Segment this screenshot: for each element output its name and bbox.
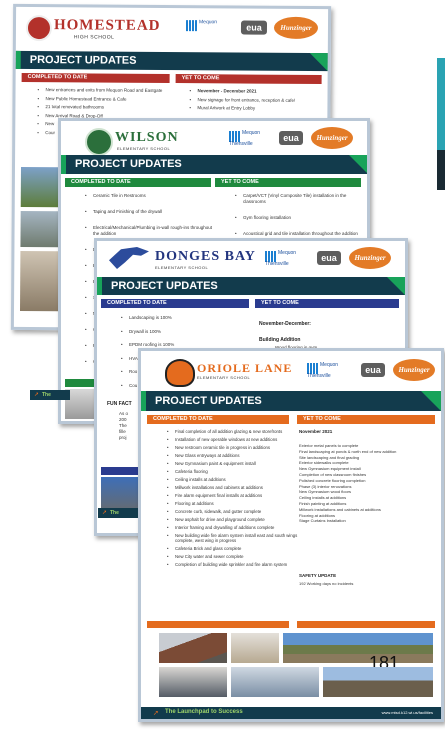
school-sub: ELEMENTARY SCHOOL (117, 146, 171, 151)
list-item: Flooring at additions (167, 501, 299, 506)
list-item: Installation of new operable windows at … (167, 437, 299, 442)
oriole-icon (165, 359, 195, 387)
list-item: New entrances and exits from Mequon Road… (46, 87, 176, 93)
school-sub: ELEMENTARY SCHOOL (155, 265, 209, 270)
list-item: Gym flooring installation (235, 215, 367, 221)
mtsd-logo: Mequon Thiensville (265, 250, 297, 267)
school-name: HOMESTEAD (53, 17, 161, 34)
list-item: New Glass entryways at additions (167, 453, 299, 458)
yet-list: November - December 2021 New signage for… (187, 88, 327, 114)
dolphin-icon (109, 247, 149, 269)
rocket-icon: ➚ (153, 710, 159, 717)
completed-list: Final completion of all addition glazing… (165, 429, 299, 570)
list-item: Final completion of all addition glazing… (167, 429, 299, 434)
orange-bar-right (297, 621, 435, 628)
list-item: Ceiling installs at additions (167, 477, 299, 482)
hallway-photo (231, 633, 279, 663)
wilson-crest-icon (85, 128, 113, 156)
list-item: Electrical/Mechanical/Plumbing in-wall r… (85, 225, 217, 237)
yet-list: Carpet/VCT (Vinyl Composite Tile) instal… (233, 193, 367, 240)
eua-logo: eua (317, 251, 341, 265)
footer-url[interactable]: www.mtsd.k12.wi.us/facilities (382, 710, 433, 715)
yet-header: YET TO COME (175, 74, 322, 85)
oriole-lane-card: ORIOLE LANE ELEMENTARY SCHOOL Mequon Thie… (138, 348, 444, 722)
rocket-icon: ➚ (34, 392, 40, 398)
yet-header: YET TO COME (297, 415, 435, 424)
banner: PROJECT UPDATES (61, 155, 367, 174)
list-item: Concrete curb, sidewalk, and gutter comp… (167, 509, 299, 514)
school-name: WILSON (115, 130, 179, 145)
list-item: Acoustical grid and tile installation th… (235, 231, 367, 237)
list-item: Mural Artwork at Entry Lobby (197, 105, 327, 111)
list-item: Fire alarm equipment final installs at a… (167, 493, 299, 498)
school-name: DONGES BAY (155, 249, 256, 264)
school-name: ORIOLE LANE (197, 361, 293, 375)
hunzinger-logo: Hunzinger (349, 247, 391, 269)
footer-remnant-1: ➚ The (30, 390, 70, 400)
list-item: New Public Homestead Entrance & Cafe (45, 96, 175, 102)
list-item: New restroom ceramic tile in progress in… (167, 445, 299, 450)
safety-heading: SAFETY UPDATE (299, 573, 337, 578)
hunzinger-logo: Hunzinger (393, 359, 435, 381)
school-sub: ELEMENTARY SCHOOL (197, 375, 251, 380)
list-item: New Gymnasium paint & equipment install (167, 461, 299, 466)
fun-facts-list: As o 200 The fille proj (119, 411, 129, 440)
construction-photo (283, 633, 433, 663)
list-item: EPDM roofing is 100% (121, 342, 253, 348)
orange-bar-left (147, 621, 289, 628)
right-heading: November-December: (259, 321, 311, 327)
list-item: Interior framing and drywalling of addit… (167, 525, 299, 530)
hunzinger-logo: Hunzinger (273, 16, 319, 40)
right-subheading: Building Addition (259, 337, 301, 343)
mtsd-logo: Mequon Thiensville (307, 362, 339, 379)
list-item: Taping and Finishing of the drywall (85, 209, 217, 215)
eua-logo: eua (240, 20, 268, 35)
list-item: 21 total renovated bathrooms (45, 104, 175, 110)
banner: PROJECT UPDATES (15, 50, 328, 72)
mtsd-icon (185, 20, 198, 32)
footer-tagline: The Launchpad to Success (165, 709, 243, 715)
eua-logo: eua (279, 131, 303, 145)
yet-header: YET TO COME (255, 299, 399, 308)
field-photo (323, 667, 433, 697)
list-item: November - December 2021 (198, 88, 328, 94)
list-item: Cafeteria Brick and glass complete (167, 546, 299, 551)
rocket-icon: ➚ (102, 510, 108, 516)
list-item: Carpet/VCT (Vinyl Composite Tile) instal… (235, 193, 367, 205)
school-sub: HIGH SCHOOL (73, 34, 115, 41)
mtsd-logo: Mequon Thiensville (229, 130, 261, 147)
list-item: Stage Curtains Installation (299, 518, 346, 524)
fun-facts-heading: FUN FACT (107, 401, 132, 407)
hunzinger-logo: Hunzinger (311, 127, 353, 149)
exterior-brick-photo (159, 633, 227, 663)
interior-photo-2 (159, 667, 227, 697)
list-item: New signage for front entrance, receptio… (197, 97, 327, 103)
list-item: Drywall is 100% (121, 329, 253, 335)
list-item: New building wide fire alarm system inst… (167, 533, 299, 543)
list-item: New asphalt for drive and playground com… (167, 517, 299, 522)
mtsd-logo: Mequon (185, 19, 217, 32)
homestead-crest-icon (25, 14, 53, 42)
yet-list: Exterior metal panels to complete Final … (299, 443, 437, 524)
list-item: Ceramic Tile in Restrooms (85, 193, 217, 199)
list-item: Landscaping is 100% (121, 315, 253, 321)
completed-header: COMPLETED TO DATE (21, 72, 170, 83)
list-item: Completion of building wide sprinkler an… (167, 562, 299, 567)
yet-header: YET TO COME (215, 178, 361, 187)
side-accent-dark (437, 150, 445, 190)
completed-header: COMPLETED TO DATE (147, 415, 289, 424)
footer: ➚ The Launchpad to Success www.mtsd.k12.… (141, 707, 441, 719)
eua-logo: eua (361, 363, 385, 377)
completed-header: COMPLETED TO DATE (65, 178, 211, 187)
safety-text: 192 Working days no incidents (299, 581, 354, 586)
banner: PROJECT UPDATES (141, 391, 441, 411)
list-item: Cafeteria flooring (167, 469, 299, 474)
gym-photo (231, 667, 319, 697)
banner: PROJECT UPDATES (97, 277, 405, 295)
footer-remnant-2: ➚ The (98, 508, 138, 518)
completed-header: COMPLETED TO DATE (101, 299, 249, 308)
list-item: New City water and sewer complete (167, 554, 299, 559)
right-heading: November 2021 (299, 429, 333, 434)
list-item: Millwork installations and cabinets at a… (167, 485, 299, 490)
